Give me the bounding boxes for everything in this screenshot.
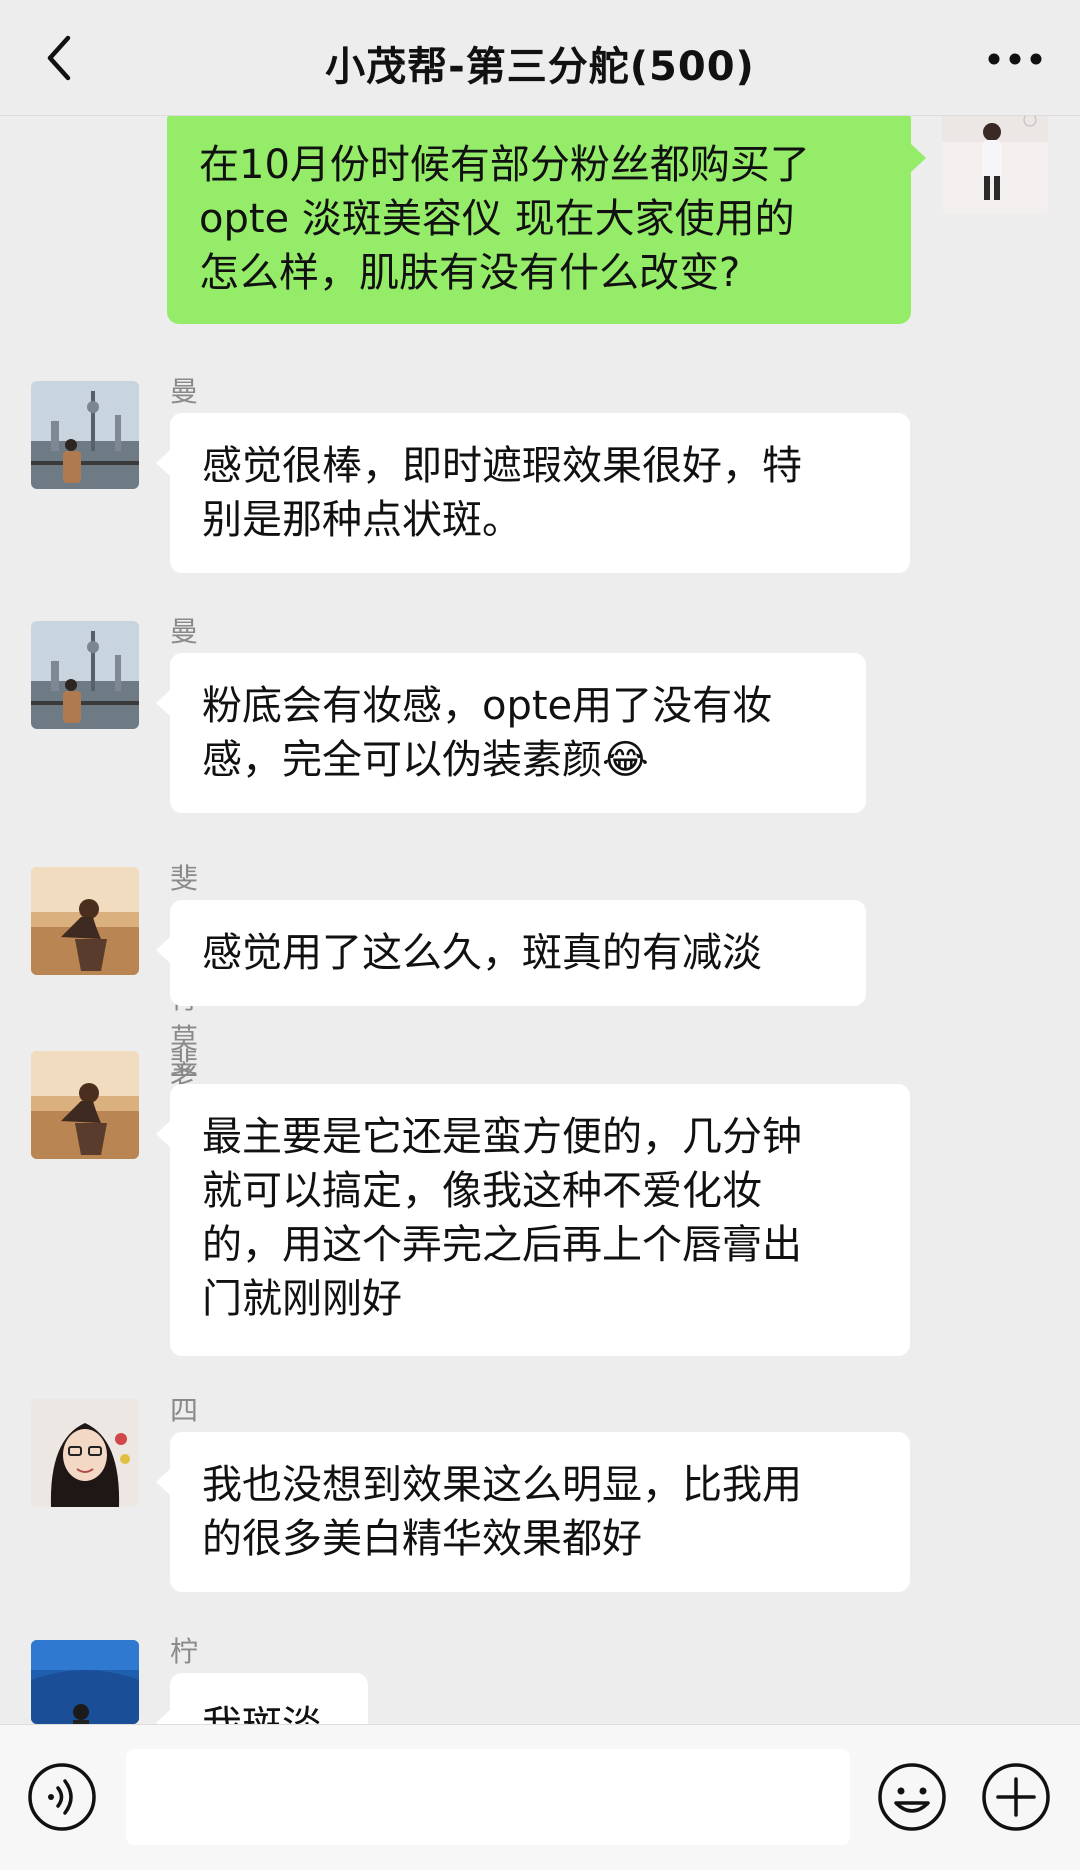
avatar[interactable]: [31, 867, 139, 975]
message-text-line: 粉底会有妆感，opte用了没有妆: [202, 683, 773, 729]
avatar[interactable]: [31, 381, 139, 489]
chat-header: 小茂帮-第三分舵(500): [0, 0, 1080, 116]
voice-icon[interactable]: [26, 1761, 98, 1833]
message-text-line: 我也没想到效果这么明显，比我用: [202, 1462, 802, 1508]
message-text-line-part: 感，完全可以伪装素颜: [202, 737, 602, 783]
message-bubble[interactable]: 感觉很棒，即时遮瑕效果很好，特 别是那种点状斑。: [156, 413, 910, 573]
message-text-line: 就可以搞定，像我这种不爱化妆: [202, 1168, 762, 1214]
avatar-photo: [31, 621, 139, 729]
message-text-line: 门就刚刚好: [202, 1276, 402, 1322]
my-message-bubble[interactable]: 在10月份时候有部分粉丝都购买了 opte 淡斑美容仪 现在大家使用的 怎么样，…: [167, 116, 926, 324]
message-text-line: 感觉很棒，即时遮瑕效果很好，特: [202, 443, 802, 489]
plus-icon[interactable]: [980, 1761, 1052, 1833]
emoji-icon[interactable]: [876, 1761, 948, 1833]
message-bubble[interactable]: 粉底会有妆感，opte用了没有妆 感，完全可以伪装素颜😂: [156, 653, 866, 813]
message-text-line: 感，完全可以伪装素颜😂: [202, 733, 836, 787]
avatar[interactable]: [31, 1399, 139, 1507]
laughing-tears-emoji: 😂: [602, 737, 649, 783]
message-text-line: 怎么样，肌肤有没有什么改变?: [199, 250, 741, 296]
avatar[interactable]: [31, 1640, 139, 1724]
message-text-line: 在10月份时候有部分粉丝都购买了: [199, 142, 810, 188]
message-text-line: 感觉用了这么久，斑真的有减淡: [202, 930, 762, 976]
chat-title: 小茂帮-第三分舵(500): [325, 44, 755, 90]
avatar[interactable]: [942, 116, 1048, 214]
message-text-line: opte 淡斑美容仪 现在大家使用的: [199, 196, 795, 242]
more-dots-icon[interactable]: [980, 34, 1050, 84]
message-input[interactable]: [126, 1749, 850, 1845]
chat-message-list[interactable]: 在10月份时候有部分粉丝都购买了 opte 淡斑美容仪 现在大家使用的 怎么样，…: [0, 116, 1080, 1724]
message-text-line: 别是那种点状斑。: [202, 497, 522, 543]
message-bubble[interactable]: 感觉用了这么久，斑真的有减淡: [156, 900, 866, 1006]
avatar-photo: [31, 1051, 139, 1159]
input-bar: [0, 1724, 1080, 1870]
message-bubble[interactable]: 我也没想到效果这么明显，比我用 的很多美白精华效果都好: [156, 1432, 910, 1592]
message-text-line: 最主要是它还是蛮方便的，几分钟: [202, 1114, 802, 1160]
avatar[interactable]: [31, 1051, 139, 1159]
avatar-photo: [942, 116, 1048, 214]
avatar-photo: [31, 867, 139, 975]
avatar-photo: [31, 1399, 139, 1507]
message-text-line: 的，用这个弄完之后再上个唇膏出: [202, 1222, 802, 1268]
message-bubble[interactable]: 最主要是它还是蛮方便的，几分钟 就可以搞定，像我这种不爱化妆 的，用这个弄完之后…: [156, 1084, 910, 1356]
message-text-line: 的很多美白精华效果都好: [202, 1516, 642, 1562]
avatar-photo: [31, 381, 139, 489]
avatar-photo: [31, 1640, 139, 1724]
avatar[interactable]: [31, 621, 139, 729]
message-text-line: 我斑淡: [202, 1699, 338, 1724]
message-bubble[interactable]: 我斑淡: [156, 1673, 368, 1724]
